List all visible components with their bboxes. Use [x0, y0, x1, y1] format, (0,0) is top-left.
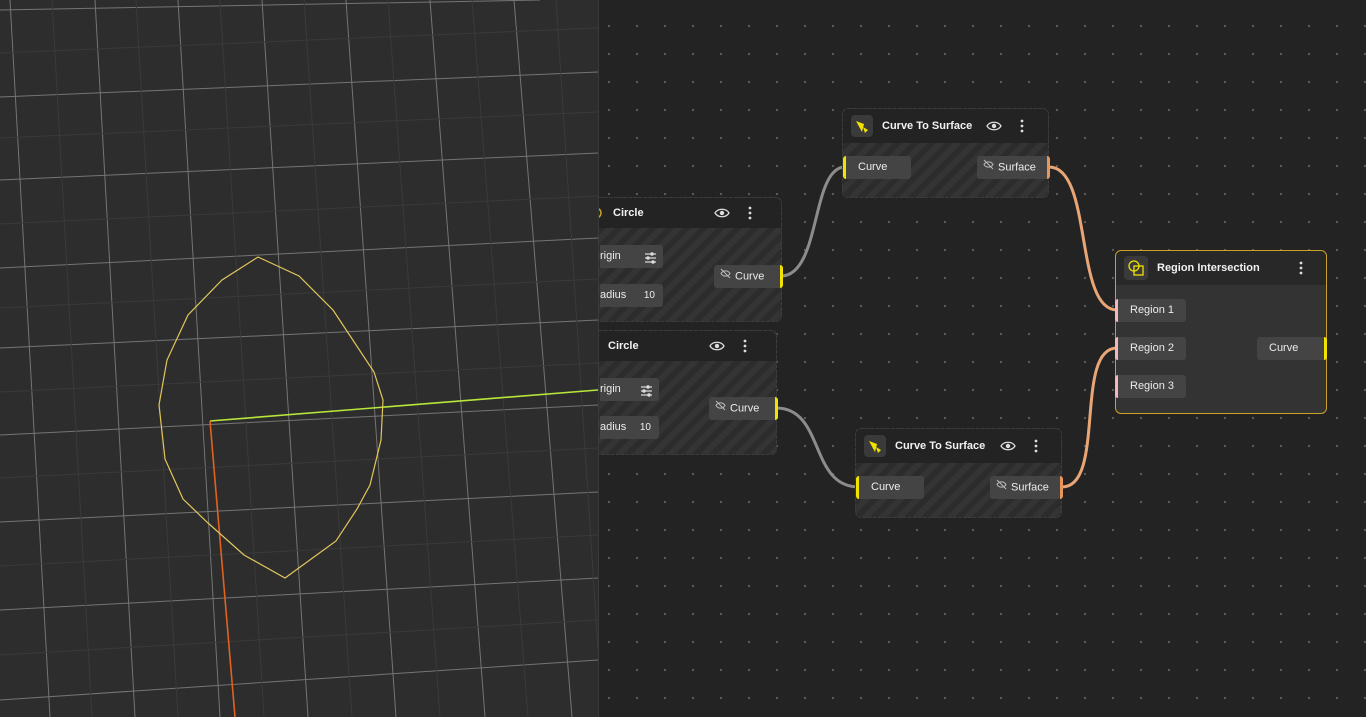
eye-icon[interactable]: [709, 338, 725, 354]
node-header[interactable]: Circle: [599, 331, 776, 361]
region-1-label: Region 1: [1130, 304, 1175, 316]
wire-circle-b-to-curve-to-surface-b[interactable]: [775, 406, 860, 489]
region-1-input[interactable]: Region 1: [1115, 299, 1186, 322]
region-2-input[interactable]: Region 2: [1115, 337, 1186, 360]
curve-output-label: Curve: [1269, 342, 1299, 354]
surface-output[interactable]: Surface: [977, 156, 1050, 179]
wire-circle-a-to-curve-to-surface-a[interactable]: [780, 165, 846, 278]
region-3-label: Region 3: [1130, 380, 1175, 392]
3d-viewport[interactable]: [0, 0, 599, 717]
curve-output-label: Curve: [735, 270, 765, 283]
curve-input-label: Curve: [858, 161, 888, 173]
region-2-label: Region 2: [1130, 342, 1175, 354]
vertical-ellipsis-icon[interactable]: [1028, 438, 1044, 454]
surface-output-label: Surface: [1011, 481, 1049, 494]
viewport-canvas[interactable]: [0, 0, 598, 717]
curve-input[interactable]: Curve: [843, 156, 911, 179]
cube-cursor-icon: [851, 115, 873, 137]
eye-off-icon[interactable]: [983, 156, 994, 179]
wire-surface-a-to-region-1[interactable]: [1048, 165, 1118, 312]
node-title: Circle: [608, 340, 639, 352]
eye-off-icon[interactable]: [715, 397, 726, 420]
ground-subgrid: [0, 0, 598, 717]
eye-icon[interactable]: [986, 118, 1002, 134]
node-title: Circle: [613, 207, 644, 219]
eye-icon[interactable]: [1000, 438, 1016, 454]
radius-input[interactable]: adius 10: [600, 284, 663, 307]
node-header[interactable]: Curve To Surface: [843, 109, 1048, 143]
ground-grid: [0, 0, 598, 717]
origin-label: rigin: [600, 250, 621, 262]
circle-node-b[interactable]: Circle rigin adius 10 Curve: [599, 330, 778, 455]
vertical-ellipsis-icon[interactable]: [742, 205, 758, 221]
origin-input[interactable]: rigin: [600, 378, 659, 401]
node-title: Curve To Surface: [895, 440, 986, 452]
sliders-icon[interactable]: [644, 250, 657, 273]
surface-output[interactable]: Surface: [990, 476, 1063, 499]
curve-output[interactable]: Curve: [1257, 337, 1327, 360]
node-header[interactable]: Circle: [599, 198, 781, 228]
surface-output-label: Surface: [998, 161, 1036, 174]
y-axis: [209, 420, 236, 717]
cube-cursor-icon: [864, 435, 886, 457]
radius-label: adius: [600, 289, 627, 301]
sliders-icon[interactable]: [640, 383, 653, 406]
vertical-ellipsis-icon[interactable]: [1293, 260, 1309, 276]
node-header[interactable]: Curve To Surface: [856, 429, 1061, 463]
circle-node-a[interactable]: Circle rigin adius 10 Curve: [599, 197, 783, 322]
eye-icon[interactable]: [714, 205, 730, 221]
eye-off-icon[interactable]: [996, 476, 1007, 499]
overlapping-shapes-icon: [1124, 256, 1148, 280]
node-title: Region Intersection: [1157, 262, 1260, 274]
eye-off-icon[interactable]: [720, 265, 731, 288]
node-title: Curve To Surface: [882, 120, 973, 132]
curve-input-label: Curve: [871, 481, 901, 493]
curve-output-label: Curve: [730, 402, 760, 415]
radius-value[interactable]: 10: [644, 284, 655, 307]
region-intersection-node[interactable]: Region Intersection Region 1 Region 2 Re…: [1115, 250, 1327, 414]
curve-output[interactable]: Curve: [714, 265, 783, 288]
wire-surface-b-to-region-2[interactable]: [1061, 346, 1118, 489]
curve-to-surface-node-b[interactable]: Curve To Surface Curve Surface: [855, 428, 1063, 518]
vertical-ellipsis-icon[interactable]: [1014, 118, 1030, 134]
vertical-ellipsis-icon[interactable]: [737, 338, 753, 354]
curve-to-surface-node-a[interactable]: Curve To Surface Curve Surface: [842, 108, 1050, 198]
radius-label: adius: [600, 421, 627, 433]
x-axis: [209, 389, 598, 422]
radius-input[interactable]: adius 10: [600, 416, 659, 439]
radius-value[interactable]: 10: [640, 416, 651, 439]
node-editor-canvas[interactable]: Circle rigin adius 10 Curve Circle rigin…: [599, 0, 1366, 717]
origin-input[interactable]: rigin: [600, 245, 663, 268]
curve-input[interactable]: Curve: [856, 476, 924, 499]
node-header[interactable]: Region Intersection: [1116, 251, 1326, 285]
curve-output[interactable]: Curve: [709, 397, 778, 420]
origin-label: rigin: [600, 383, 621, 395]
region-3-input[interactable]: Region 3: [1115, 375, 1186, 398]
circle-icon: [599, 206, 603, 225]
